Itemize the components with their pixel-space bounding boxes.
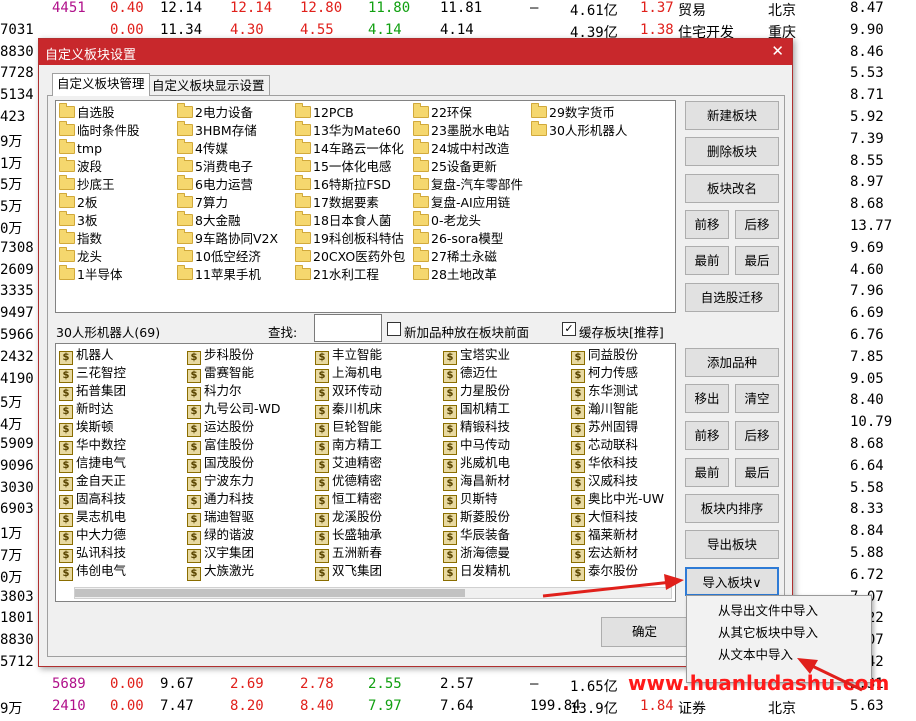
arrow-to-text-import: [797, 658, 863, 692]
tab-block-management[interactable]: 自定义板块管理: [52, 73, 150, 96]
annotation-arrows: [542, 574, 863, 692]
arrow-to-import-button: [542, 574, 684, 598]
